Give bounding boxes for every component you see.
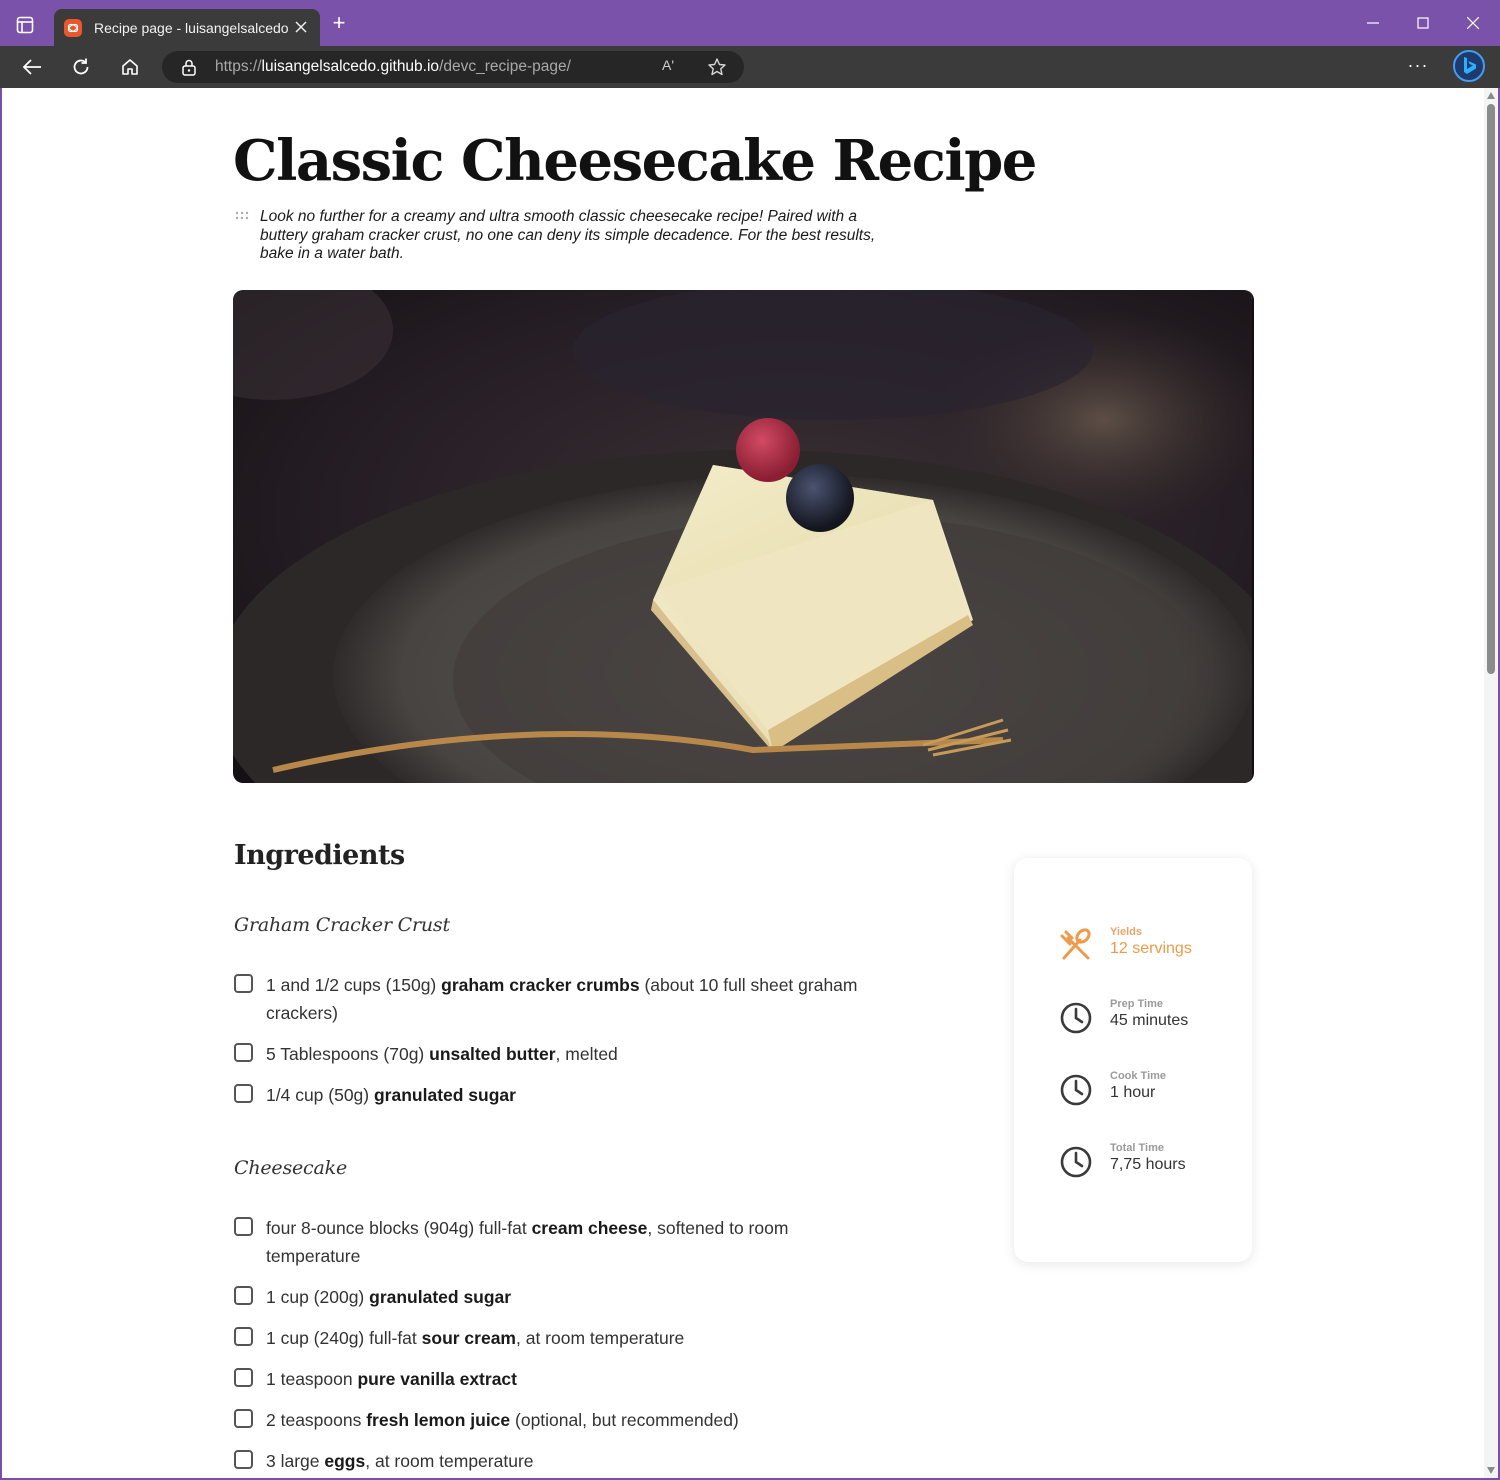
prep-time-label: Prep Time bbox=[1110, 998, 1163, 1010]
cheesecake-ingredients-list: four 8-ounce blocks (904g) full-fat crea… bbox=[233, 1214, 883, 1478]
cheesecake-heading: Cheesecake bbox=[234, 1157, 347, 1179]
address-bar[interactable]: https://luisangelsalcedo.github.io/devc_… bbox=[162, 51, 744, 83]
ingredient-name: sour cream bbox=[421, 1328, 516, 1348]
ingredient-name: graham cracker crumbs bbox=[441, 975, 640, 995]
url-text[interactable]: https://luisangelsalcedo.github.io/devc_… bbox=[215, 58, 571, 76]
yields-value: 12 servings bbox=[1110, 940, 1192, 957]
ingredient-name: granulated sugar bbox=[373, 1085, 516, 1105]
browser-toolbar: https://luisangelsalcedo.github.io/devc_… bbox=[0, 46, 1500, 88]
ingredient-name: granulated sugar bbox=[369, 1287, 512, 1307]
ingredient-name: cream cheese bbox=[531, 1218, 648, 1238]
total-time-label: Total Time bbox=[1110, 1142, 1164, 1154]
cook-time-label: Cook Time bbox=[1110, 1070, 1167, 1082]
ingredient-name: unsalted butter bbox=[429, 1044, 556, 1064]
page-title: Classic Cheesecake Recipe bbox=[233, 128, 1037, 194]
ingredient-item: 5 Tablespoons (70g) unsalted butter, mel… bbox=[233, 1040, 883, 1068]
crust-ingredients-list: 1 and 1/2 cups (150g) graham cracker cru… bbox=[233, 971, 883, 1122]
ingredient-item: 1/4 cup (50g) granulated sugar bbox=[233, 1081, 883, 1109]
recipe-info-card: Yields 12 servings Prep Time 45 minutes … bbox=[1014, 858, 1252, 1262]
bing-copilot-icon[interactable] bbox=[1452, 49, 1486, 83]
read-aloud-icon[interactable]: Aʹ bbox=[662, 57, 682, 77]
ingredient-quantity: 2 teaspoons bbox=[266, 1410, 367, 1430]
total-time-row: Total Time 7,75 hours bbox=[1058, 1142, 1238, 1182]
scroll-up-arrow-icon[interactable] bbox=[1487, 92, 1495, 99]
ingredient-note: (optional, but recommended) bbox=[510, 1410, 739, 1430]
fork-spoon-icon bbox=[1058, 928, 1094, 964]
ingredient-checkbox[interactable] bbox=[234, 1409, 253, 1428]
clock-icon bbox=[1058, 1144, 1094, 1180]
yields-label: Yields bbox=[1110, 926, 1142, 938]
prep-time-value: 45 minutes bbox=[1110, 1012, 1189, 1029]
refresh-icon[interactable] bbox=[68, 54, 94, 80]
favorite-star-icon[interactable] bbox=[707, 57, 727, 77]
clock-icon bbox=[1058, 1072, 1094, 1108]
tab-actions-icon[interactable] bbox=[14, 14, 36, 36]
total-time-value: 7,75 hours bbox=[1110, 1156, 1186, 1173]
ingredient-quantity: 1 cup (200g) bbox=[266, 1287, 370, 1307]
ingredient-checkbox[interactable] bbox=[234, 1368, 253, 1387]
ingredient-quantity: 1 cup (240g) full-fat bbox=[266, 1328, 422, 1348]
drag-handle-icon[interactable] bbox=[235, 208, 249, 220]
ingredient-note: , melted bbox=[555, 1044, 618, 1064]
ingredient-quantity: 5 Tablespoons (70g) bbox=[266, 1044, 430, 1064]
ingredient-item: 1 and 1/2 cups (150g) graham cracker cru… bbox=[233, 971, 883, 1027]
ingredient-quantity: 1/4 cup (50g) bbox=[266, 1085, 374, 1105]
ingredient-checkbox[interactable] bbox=[234, 1327, 253, 1346]
ingredient-quantity: 3 large bbox=[266, 1451, 325, 1471]
ingredient-item: four 8-ounce blocks (904g) full-fat crea… bbox=[233, 1214, 883, 1270]
clock-icon bbox=[1058, 1000, 1094, 1036]
tab-active[interactable]: Recipe page - luisangelsalcedo bbox=[54, 9, 320, 46]
url-scheme: https:// bbox=[215, 58, 262, 75]
ingredient-name: pure vanilla extract bbox=[357, 1369, 517, 1389]
ingredient-note: , at room temperature bbox=[365, 1451, 534, 1471]
ingredient-name: eggs bbox=[324, 1451, 366, 1471]
scrollbar-thumb[interactable] bbox=[1487, 104, 1495, 674]
ingredient-checkbox[interactable] bbox=[234, 1217, 253, 1236]
home-icon[interactable] bbox=[117, 54, 143, 80]
ingredient-quantity: 1 and 1/2 cups (150g) bbox=[266, 975, 442, 995]
url-path: /devc_recipe-page/ bbox=[439, 58, 571, 75]
ingredient-name: fresh lemon juice bbox=[366, 1410, 511, 1430]
crust-heading: Graham Cracker Crust bbox=[234, 914, 450, 936]
lock-icon[interactable] bbox=[180, 58, 198, 76]
ingredient-quantity: four 8-ounce blocks (904g) full-fat bbox=[266, 1218, 532, 1238]
ingredient-item: 1 cup (240g) full-fat sour cream, at roo… bbox=[233, 1324, 883, 1352]
minimize-icon[interactable] bbox=[1360, 10, 1386, 36]
close-window-icon[interactable] bbox=[1460, 10, 1486, 36]
ingredient-note: , at room temperature bbox=[516, 1328, 685, 1348]
ingredient-checkbox[interactable] bbox=[234, 1084, 253, 1103]
ingredient-checkbox[interactable] bbox=[234, 974, 253, 993]
ingredient-item: 1 teaspoon pure vanilla extract bbox=[233, 1365, 883, 1393]
page-viewport: Classic Cheesecake Recipe Look no furthe… bbox=[2, 88, 1484, 1478]
vertical-scrollbar[interactable] bbox=[1484, 88, 1498, 1478]
browser-window: Recipe page - luisangelsalcedo + https:/… bbox=[0, 0, 1500, 1480]
ingredient-checkbox[interactable] bbox=[234, 1043, 253, 1062]
yields-row: Yields 12 servings bbox=[1058, 926, 1238, 966]
prep-time-row: Prep Time 45 minutes bbox=[1058, 998, 1238, 1038]
url-host: luisangelsalcedo.github.io bbox=[261, 58, 440, 75]
ingredients-heading: Ingredients bbox=[234, 840, 405, 871]
ingredient-item: 3 large eggs, at room temperature bbox=[233, 1447, 883, 1475]
scroll-down-arrow-icon[interactable] bbox=[1487, 1467, 1495, 1474]
ingredient-item: 1 cup (200g) granulated sugar bbox=[233, 1283, 883, 1311]
cheesecake-photo bbox=[233, 290, 1254, 783]
tab-close-icon[interactable] bbox=[292, 18, 310, 38]
cook-time-value: 1 hour bbox=[1110, 1084, 1156, 1101]
ingredient-checkbox[interactable] bbox=[234, 1450, 253, 1469]
tab-title: Recipe page - luisangelsalcedo bbox=[94, 19, 289, 36]
ingredient-item: 2 teaspoons fresh lemon juice (optional,… bbox=[233, 1406, 883, 1434]
title-bar: Recipe page - luisangelsalcedo + bbox=[0, 0, 1500, 46]
maximize-icon[interactable] bbox=[1410, 10, 1436, 36]
ingredient-checkbox[interactable] bbox=[234, 1286, 253, 1305]
intro-text: Look no further for a creamy and ultra s… bbox=[260, 208, 876, 262]
new-tab-button[interactable]: + bbox=[328, 12, 350, 34]
more-menu-button[interactable]: ··· bbox=[1404, 54, 1432, 80]
site-favicon-icon bbox=[64, 18, 82, 37]
cook-time-row: Cook Time 1 hour bbox=[1058, 1070, 1238, 1110]
ingredient-quantity: 1 teaspoon bbox=[266, 1369, 358, 1389]
back-arrow-icon[interactable] bbox=[19, 54, 45, 80]
